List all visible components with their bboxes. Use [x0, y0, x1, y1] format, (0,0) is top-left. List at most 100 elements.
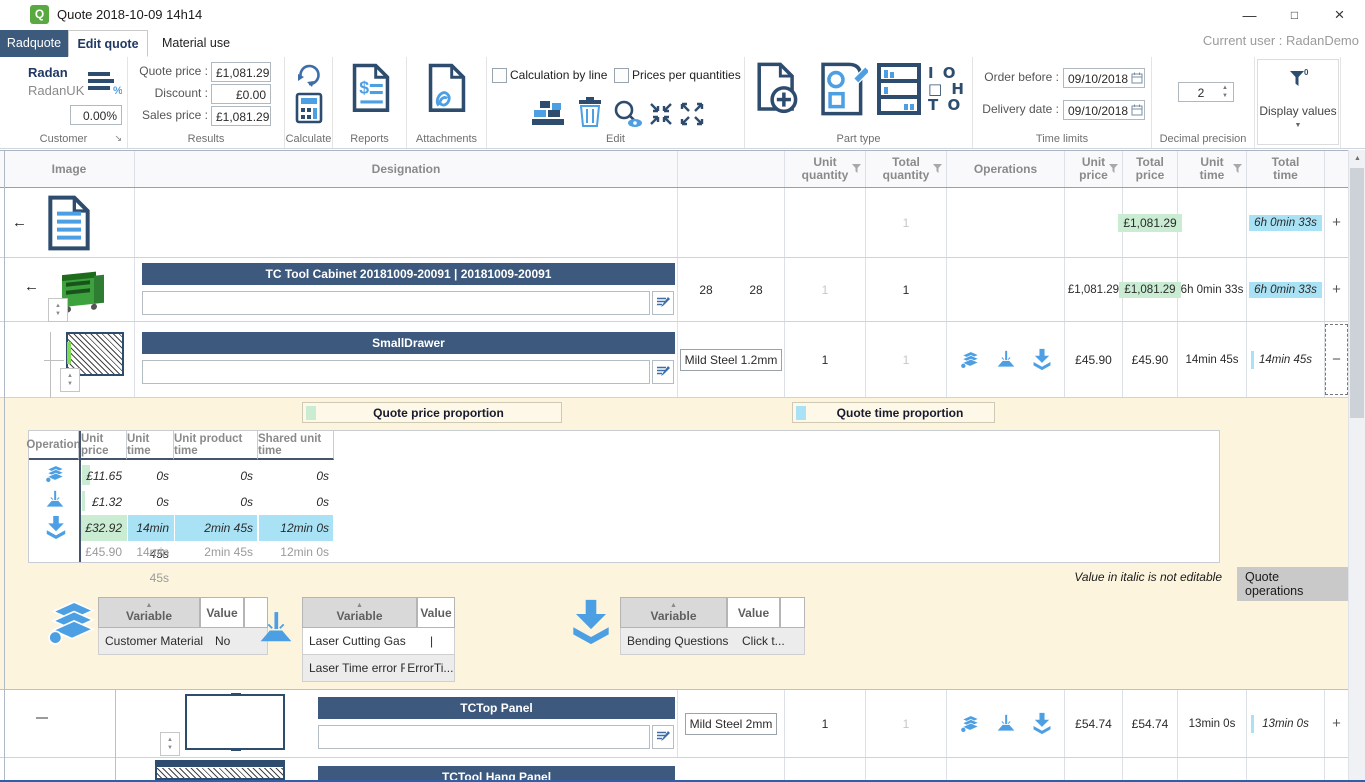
- header-material-blank[interactable]: [678, 151, 785, 187]
- variable-value[interactable]: No: [209, 634, 236, 648]
- variable-header[interactable]: ▲ Variable: [302, 597, 417, 628]
- header-operations[interactable]: Operations: [947, 151, 1065, 187]
- calculator-icon[interactable]: [295, 92, 323, 127]
- designation-bar[interactable]: TC Tool Cabinet 20181009-20091 | 2018100…: [142, 263, 675, 285]
- edit-description-button[interactable]: [652, 291, 674, 315]
- op-unload-unit-time[interactable]: 14min 45s: [127, 515, 174, 541]
- op-laser-shared-unit-time[interactable]: 0s: [258, 489, 334, 515]
- stepper-down-icon[interactable]: ▼: [1222, 92, 1228, 100]
- material-operation-icon[interactable]: [44, 464, 66, 487]
- tab-radquote[interactable]: Radquote: [0, 30, 68, 57]
- tab-material-use[interactable]: Material use: [150, 30, 242, 57]
- row-tctop-panel[interactable]: ▲ ▼ TCTop Panel Mild Steel 2mm 1 1 £54.7…: [0, 690, 1348, 758]
- op-unload-unit-price[interactable]: £32.92: [81, 515, 127, 541]
- stepper-up-icon[interactable]: ▲: [67, 372, 73, 380]
- stepper-up-icon[interactable]: ▲: [55, 302, 61, 310]
- stepper-down-icon[interactable]: ▼: [67, 380, 73, 388]
- variable-header[interactable]: ▲ Variable: [98, 597, 200, 628]
- calculation-by-line-checkbox[interactable]: [492, 68, 507, 83]
- collapse-rows-icon[interactable]: [649, 102, 673, 129]
- prices-per-quantities-checkbox[interactable]: [614, 68, 629, 83]
- value-header[interactable]: Value: [727, 597, 780, 628]
- unload-operation-icon[interactable]: [1031, 348, 1053, 371]
- header-total-quantity[interactable]: Total quantity: [866, 151, 947, 187]
- description-input[interactable]: [318, 725, 650, 749]
- filter-funnel-icon[interactable]: [1232, 163, 1243, 177]
- collapse-row-button[interactable]: −: [1325, 324, 1348, 395]
- laser-cut-operation-icon[interactable]: [995, 350, 1017, 370]
- filter-funnel-icon[interactable]: [932, 163, 943, 177]
- material-operation-icon[interactable]: [959, 350, 981, 370]
- minimize-button[interactable]: —: [1227, 0, 1272, 30]
- header-total-price[interactable]: Total price: [1123, 151, 1178, 187]
- materials-bricks-icon[interactable]: [530, 97, 566, 130]
- edit-part-icon[interactable]: [818, 62, 868, 119]
- stepper-down-icon[interactable]: ▼: [55, 310, 61, 318]
- op-laser-unit-time[interactable]: 0s: [127, 489, 174, 515]
- reports-icon[interactable]: $: [351, 63, 391, 118]
- quote-price-input[interactable]: £1,081.29: [211, 62, 271, 82]
- maximize-button[interactable]: □: [1272, 0, 1317, 30]
- material-operation-icon[interactable]: [959, 714, 981, 734]
- hardware-parts-icon[interactable]: I O □ H T O: [928, 65, 966, 113]
- recalculate-icon[interactable]: [294, 60, 324, 93]
- header-total-time[interactable]: Total time: [1247, 151, 1325, 187]
- value-header[interactable]: Value: [200, 597, 244, 628]
- op-unload-unit-product-time[interactable]: 2min 45s: [174, 515, 258, 541]
- row-quote-root[interactable]: ← 1 £1,081.29 6h 0min 33s +: [0, 188, 1348, 258]
- header-unit-time[interactable]: Unit time: [1178, 151, 1247, 187]
- close-button[interactable]: ×: [1317, 0, 1362, 30]
- edit-description-button[interactable]: [652, 360, 674, 384]
- unload-operation-icon[interactable]: [44, 515, 68, 543]
- variable-value[interactable]: |: [424, 634, 439, 648]
- row-small-drawer[interactable]: ▲ ▼ SmallDrawer Mild Steel 1.2mm 1 1 £45…: [0, 322, 1348, 398]
- sales-price-input[interactable]: £1,081.29: [211, 106, 271, 126]
- stepper-up-icon[interactable]: ▲: [1222, 84, 1228, 92]
- laser-cut-operation-icon[interactable]: [995, 714, 1017, 734]
- row-tchang-panel[interactable]: TCTool Hang Panel: [0, 758, 1348, 780]
- new-part-icon[interactable]: [755, 62, 801, 119]
- display-values-button[interactable]: 0 Display values ▼: [1257, 59, 1339, 145]
- variable-value[interactable]: Click t...: [736, 634, 791, 648]
- op-laser-unit-price[interactable]: £1.32: [81, 489, 127, 515]
- variable-value[interactable]: ErrorTi...: [405, 661, 454, 675]
- discount-input[interactable]: £0.00: [211, 84, 271, 104]
- value-header[interactable]: Value: [417, 597, 455, 628]
- preview-search-icon[interactable]: [611, 99, 645, 132]
- scrollbar-thumb[interactable]: [1350, 168, 1364, 418]
- header-image[interactable]: Image: [4, 151, 135, 187]
- designation-bar[interactable]: TCTop Panel: [318, 697, 675, 719]
- order-before-calendar-icon[interactable]: [1131, 72, 1143, 87]
- delete-trash-icon[interactable]: [576, 96, 604, 131]
- variable-header[interactable]: ▲ Variable: [620, 597, 727, 628]
- delivery-date-calendar-icon[interactable]: [1131, 104, 1143, 119]
- description-input[interactable]: [142, 291, 650, 315]
- customer-discount-input[interactable]: 0.00%: [70, 105, 122, 125]
- expand-row-button[interactable]: +: [1325, 690, 1348, 757]
- customer-dialog-launcher-icon[interactable]: ↘: [114, 133, 122, 144]
- tab-edit-quote[interactable]: Edit quote: [68, 30, 148, 57]
- vertical-scrollbar[interactable]: ▲: [1348, 150, 1365, 782]
- op-material-shared-unit-time[interactable]: 0s: [258, 463, 334, 489]
- op-unload-shared-unit-time[interactable]: 12min 0s: [258, 515, 334, 541]
- filter-funnel-icon[interactable]: [851, 163, 862, 177]
- header-unit-price[interactable]: Unit price: [1065, 151, 1123, 187]
- row-cabinet-assembly[interactable]: ← ▲ ▼ TC Tool Cabinet 20181009-20091 | 2…: [0, 258, 1348, 322]
- laser-cut-operation-icon[interactable]: [44, 490, 66, 513]
- header-designation[interactable]: Designation: [135, 151, 678, 187]
- decimal-precision-stepper[interactable]: ▲ ▼: [1222, 84, 1228, 100]
- filter-funnel-icon[interactable]: [1108, 163, 1119, 177]
- expand-row-button[interactable]: +: [1325, 188, 1348, 257]
- quantity-stepper[interactable]: ▲ ▼: [48, 298, 68, 322]
- edit-description-button[interactable]: [652, 725, 674, 749]
- op-material-unit-time[interactable]: 0s: [127, 463, 174, 489]
- expand-row-button[interactable]: +: [1325, 258, 1348, 321]
- op-material-unit-price[interactable]: £11.65: [81, 463, 127, 489]
- op-material-unit-product-time[interactable]: 0s: [174, 463, 258, 489]
- description-input[interactable]: [142, 360, 650, 384]
- attachments-icon[interactable]: [427, 63, 467, 118]
- cabinet-shelf-icon[interactable]: [876, 62, 922, 119]
- quantity-stepper[interactable]: ▲ ▼: [60, 368, 80, 392]
- designation-bar[interactable]: SmallDrawer: [142, 332, 675, 354]
- op-laser-unit-product-time[interactable]: 0s: [174, 489, 258, 515]
